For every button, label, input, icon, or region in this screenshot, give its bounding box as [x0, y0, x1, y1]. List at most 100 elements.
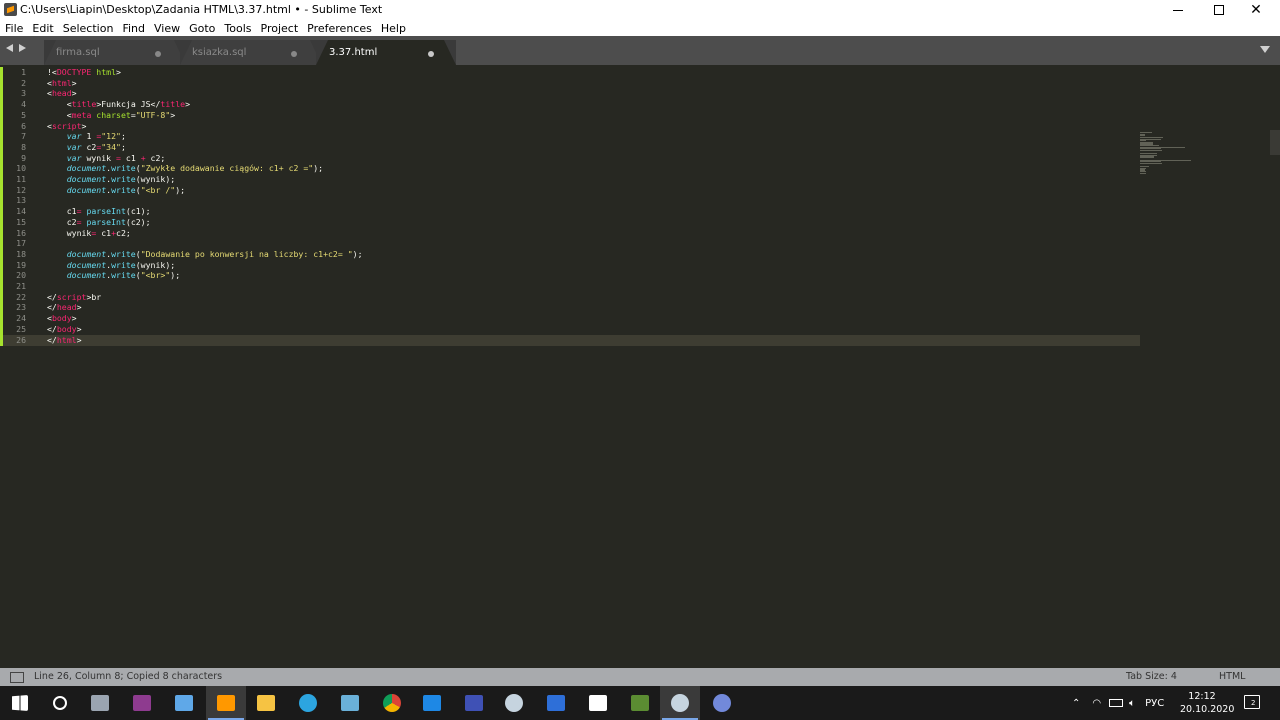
- minimap[interactable]: [1140, 132, 1200, 177]
- menu-goto[interactable]: Goto: [189, 22, 215, 35]
- minimap-line: [1140, 162, 1162, 165]
- desktop-taskbar-button[interactable]: [164, 686, 204, 720]
- menu-tools[interactable]: Tools: [224, 22, 251, 35]
- code-line[interactable]: 9 var wynik = c1 + c2;: [0, 152, 1140, 164]
- code-line[interactable]: 13: [0, 195, 1140, 207]
- remote-desktop-taskbar-button[interactable]: [536, 686, 576, 720]
- tab-ksiazka-sql[interactable]: ksiazka.sql: [180, 40, 322, 65]
- tab-3-37-html[interactable]: 3.37.html: [316, 40, 456, 65]
- code-token: html: [91, 67, 117, 77]
- close-icon: ✕: [1250, 2, 1262, 18]
- code-line[interactable]: 24 <body>: [0, 313, 1140, 325]
- arrow-left-icon[interactable]: [6, 44, 13, 52]
- document-taskbar-button[interactable]: [578, 686, 618, 720]
- steam-taskbar-button[interactable]: [494, 686, 534, 720]
- minecraft-taskbar-button[interactable]: [620, 686, 660, 720]
- menu-edit[interactable]: Edit: [32, 22, 53, 35]
- line-number: 1: [21, 67, 26, 77]
- unsaved-dot-icon[interactable]: [428, 51, 434, 57]
- code-token: >: [116, 67, 121, 77]
- chevron-up-icon[interactable]: ⌃: [1072, 698, 1080, 709]
- code-line[interactable]: 12 document.write("<br /");: [0, 184, 1140, 196]
- tab-dropdown-icon[interactable]: [1260, 46, 1270, 53]
- volume-icon[interactable]: 🔈︎: [1129, 698, 1135, 709]
- code-line[interactable]: 2 <html>: [0, 77, 1140, 89]
- tab-label: firma.sql: [56, 47, 100, 58]
- code-line[interactable]: 23 </head>: [0, 302, 1140, 314]
- close-button[interactable]: ✕: [1238, 0, 1274, 20]
- menu-find[interactable]: Find: [122, 22, 145, 35]
- unsaved-dot-icon[interactable]: [155, 51, 161, 57]
- code-editor[interactable]: 1 !<DOCTYPE html> 2 <html> 3 <head> 4 <title>F…: [0, 65, 1280, 668]
- code-token: c2;: [116, 227, 131, 238]
- code-line[interactable]: 15 c2= parseInt(c2);: [0, 216, 1140, 228]
- code-line[interactable]: 18 document.write("Dodawanie po konwersj…: [0, 248, 1140, 260]
- telegram-icon: [299, 694, 317, 712]
- menu-selection[interactable]: Selection: [63, 22, 114, 35]
- syntax-selector[interactable]: HTML: [1219, 671, 1245, 682]
- code-line[interactable]: 17: [0, 238, 1140, 250]
- task-view-taskbar-button[interactable]: [80, 686, 120, 720]
- notification-count: 2: [1251, 699, 1256, 707]
- code-token: head: [51, 88, 72, 99]
- battery-icon[interactable]: [1109, 699, 1124, 707]
- winrar-taskbar-button[interactable]: [122, 686, 162, 720]
- arrow-right-icon[interactable]: [19, 44, 26, 52]
- code-text: document.write("Zwykłe dodawanie ciągów:…: [47, 163, 323, 174]
- search-taskbar-button[interactable]: [40, 686, 80, 720]
- code-token: );: [352, 248, 363, 259]
- dev-taskbar-button[interactable]: [454, 686, 494, 720]
- sublime-text-taskbar-button[interactable]: [206, 686, 246, 720]
- code-line[interactable]: 20 document.write("<br>");: [0, 270, 1140, 282]
- code-text: c2= parseInt(c2);: [47, 217, 151, 228]
- code-line[interactable]: 25 </body>: [0, 323, 1140, 335]
- panel-toggle-icon[interactable]: [10, 672, 24, 683]
- code-line[interactable]: 14 c1= parseInt(c1);: [0, 206, 1140, 218]
- code-text: var wynik = c1 + c2;: [47, 153, 166, 164]
- start-taskbar-button[interactable]: [0, 686, 40, 720]
- code-line[interactable]: 10 document.write("Zwykłe dodawanie ciąg…: [0, 163, 1140, 175]
- telegram-taskbar-button[interactable]: [288, 686, 328, 720]
- discord-icon: [713, 694, 731, 712]
- code-line[interactable]: 26 </html>: [0, 334, 1140, 346]
- menu-file[interactable]: File: [5, 22, 23, 35]
- mail-taskbar-button[interactable]: [412, 686, 452, 720]
- notifications-icon[interactable]: 2: [1244, 695, 1260, 709]
- code-line[interactable]: 19 document.write(wynik);: [0, 259, 1140, 271]
- code-token: );: [175, 184, 186, 195]
- menu-project[interactable]: Project: [261, 22, 299, 35]
- notes-taskbar-button[interactable]: [330, 686, 370, 720]
- unsaved-dot-icon[interactable]: [291, 51, 297, 57]
- code-token: c1: [47, 206, 77, 217]
- minimize-button[interactable]: [1160, 0, 1196, 20]
- code-line[interactable]: 6 <script>: [0, 120, 1140, 132]
- discord-taskbar-button[interactable]: [702, 686, 742, 720]
- code-line[interactable]: 22 </script>br: [0, 291, 1140, 303]
- menu-view[interactable]: View: [154, 22, 180, 35]
- menu-help[interactable]: Help: [381, 22, 406, 35]
- steam-client-taskbar-button[interactable]: [660, 686, 700, 720]
- language-indicator[interactable]: РУС: [1145, 698, 1164, 709]
- line-number: 25: [16, 323, 26, 334]
- code-line[interactable]: 11 document.write(wynik);: [0, 174, 1140, 185]
- code-line[interactable]: 4 <title>Funkcja JS</title>: [0, 99, 1140, 111]
- code-line[interactable]: 21: [0, 281, 1140, 292]
- chrome-taskbar-button[interactable]: [372, 686, 412, 720]
- code-token: (c2);: [125, 216, 151, 227]
- menu-preferences[interactable]: Preferences: [307, 22, 372, 35]
- code-token: >: [71, 88, 77, 99]
- code-line[interactable]: 5 <meta charset="UTF-8">: [0, 109, 1140, 121]
- code-line[interactable]: 8 var c2="34";: [0, 141, 1140, 153]
- wifi-icon[interactable]: ◠: [1092, 698, 1101, 709]
- file-explorer-taskbar-button[interactable]: [246, 686, 286, 720]
- code-line[interactable]: 3 <head>: [0, 88, 1140, 100]
- tab-firma-sql[interactable]: firma.sql: [44, 40, 186, 65]
- scrollbar[interactable]: [1270, 130, 1280, 155]
- maximize-button[interactable]: [1201, 0, 1237, 20]
- code-line[interactable]: 16 wynik= c1+c2;: [0, 227, 1140, 239]
- code-line[interactable]: 1 !<DOCTYPE html>: [0, 67, 1140, 78]
- clock[interactable]: 12:12 20.10.2020: [1180, 690, 1234, 716]
- code-line[interactable]: 7 var 1 ="12";: [0, 131, 1140, 143]
- tab-size-selector[interactable]: Tab Size: 4: [1126, 671, 1177, 682]
- search-icon: [53, 696, 67, 710]
